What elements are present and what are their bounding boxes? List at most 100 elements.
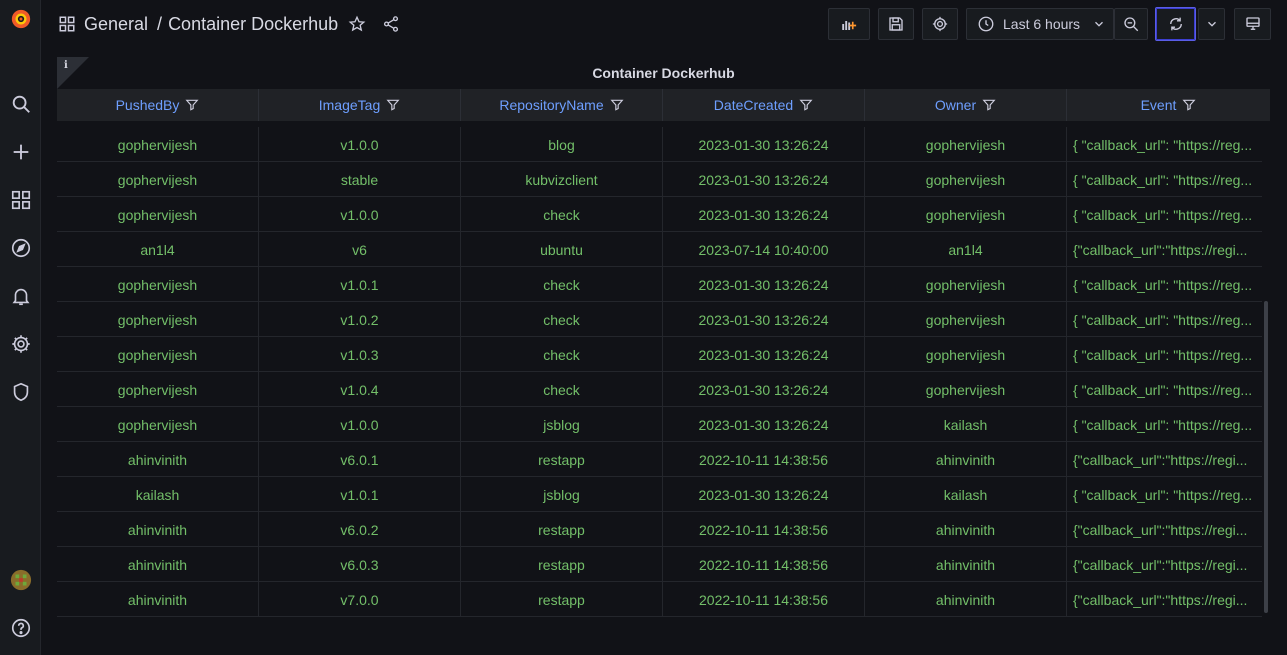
breadcrumb-folder[interactable]: General: [84, 14, 148, 35]
table-scrollbar[interactable]: [1264, 301, 1268, 613]
gear-icon: [932, 16, 948, 32]
dashboards-grid-icon[interactable]: [5, 184, 37, 216]
table-cell: { "callback_url": "https://reg...: [1073, 206, 1253, 223]
table-cell: 2022-10-11 14:38:56: [663, 512, 865, 547]
table-row: kailash v1.0.1 jsblog 2023-01-30 13:26:24 ka…: [57, 477, 1262, 512]
filter-icon[interactable]: [610, 98, 624, 112]
save-icon: [889, 17, 903, 31]
alerting-bell-icon[interactable]: [5, 280, 37, 312]
table-cell: ahinvinith: [57, 582, 259, 617]
table-cell: v1.0.0: [259, 127, 461, 162]
table-cell: {"callback_url":"https://regi...: [1073, 556, 1248, 573]
table-cell: 2023-01-30 13:26:24: [663, 267, 865, 302]
table-cell: v1.0.1: [259, 267, 461, 302]
table-cell: check: [461, 302, 663, 337]
table-cell: an1l4: [57, 232, 259, 267]
refresh-dashboard-button[interactable]: [1155, 7, 1196, 41]
share-icon[interactable]: [382, 15, 400, 33]
panel-title[interactable]: Container Dockerhub: [57, 65, 1270, 81]
time-range-picker[interactable]: Last 6 hours: [966, 8, 1114, 40]
table-cell: restapp: [461, 582, 663, 617]
table-cell: gophervijesh: [57, 407, 259, 442]
table-cell: v1.0.1: [259, 477, 461, 512]
column-header-label: Event: [1140, 97, 1177, 113]
table-cell: ahinvinith: [57, 442, 259, 477]
column-header-label: Owner: [934, 97, 977, 113]
table-cell: gophervijesh: [57, 127, 259, 162]
column-header[interactable]: Owner: [865, 89, 1067, 121]
table-cell: v1.0.2: [259, 302, 461, 337]
table-cell: blog: [461, 127, 663, 162]
table-cell: gophervijesh: [865, 162, 1067, 197]
help-icon[interactable]: [5, 612, 37, 644]
table-row: an1l4 v6 ubuntu 2023-07-14 10:40:00 an1l4 {"c…: [57, 232, 1262, 267]
clock-icon: [978, 16, 994, 32]
table-cell: ahinvinith: [57, 512, 259, 547]
explore-compass-icon[interactable]: [5, 232, 37, 264]
grafana-logo-icon[interactable]: [5, 3, 37, 35]
table-cell: check: [461, 337, 663, 372]
filter-icon[interactable]: [982, 98, 996, 112]
zoom-out-button[interactable]: [1114, 8, 1148, 40]
table-cell: { "callback_url": "https://reg...: [1073, 416, 1253, 433]
table-row: ahinvinith v6.0.1 restapp 2022-10-11 14:38:…: [57, 442, 1262, 477]
filter-icon[interactable]: [799, 98, 813, 112]
table-cell: gophervijesh: [57, 372, 259, 407]
table-cell: kailash: [865, 477, 1067, 512]
table-cell: gophervijesh: [57, 162, 259, 197]
table-cell: gophervijesh: [57, 197, 259, 232]
table-cell: check: [461, 372, 663, 407]
refresh-interval-dropdown[interactable]: [1198, 8, 1225, 40]
table-cell: {"callback_url":"https://regi...: [1073, 451, 1248, 468]
column-header[interactable]: Event: [1067, 89, 1270, 121]
table-cell: 2023-07-14 10:40:00: [663, 232, 865, 267]
filter-icon[interactable]: [386, 98, 400, 112]
save-dashboard-button[interactable]: [878, 8, 914, 40]
add-panel-button[interactable]: [828, 8, 870, 40]
table-cell: {"callback_url":"https://regi...: [1073, 241, 1248, 258]
table-cell: restapp: [461, 547, 663, 582]
table-cell: { "callback_url": "https://reg...: [1073, 311, 1253, 328]
cycle-view-mode-button[interactable]: [1234, 8, 1271, 40]
column-header[interactable]: DateCreated: [663, 89, 865, 121]
column-header[interactable]: PushedBy: [57, 89, 259, 121]
table-cell: 2023-01-30 13:26:24: [663, 302, 865, 337]
create-plus-icon[interactable]: [5, 136, 37, 168]
column-header[interactable]: RepositoryName: [461, 89, 663, 121]
table-cell: v6.0.3: [259, 547, 461, 582]
table-row: gophervijesh v1.0.0 jsblog 2023-01-30 13:26…: [57, 407, 1262, 442]
table-cell: ahinvinith: [865, 547, 1067, 582]
table-row: gophervijesh v1.0.2 check 2023-01-30 13:26:…: [57, 302, 1262, 337]
server-admin-shield-icon[interactable]: [5, 376, 37, 408]
search-icon[interactable]: [5, 88, 37, 120]
user-avatar[interactable]: [5, 564, 37, 596]
table-cell: check: [461, 197, 663, 232]
chevron-down-icon: [1095, 21, 1104, 27]
table-cell: 2023-01-30 13:26:24: [663, 477, 865, 512]
table-cell: v1.0.0: [259, 407, 461, 442]
table-cell: v6.0.1: [259, 442, 461, 477]
table-cell: 2022-10-11 14:38:56: [663, 442, 865, 477]
table-row: gophervijesh v1.0.0 check 2023-01-30 13:26:…: [57, 197, 1262, 232]
filter-icon[interactable]: [1182, 98, 1196, 112]
table-cell: gophervijesh: [865, 197, 1067, 232]
filter-icon[interactable]: [185, 98, 199, 112]
top-navbar: General / Container Dockerhub Last 6 hou…: [41, 0, 1287, 48]
table-cell: ahinvinith: [865, 582, 1067, 617]
star-icon[interactable]: [348, 15, 366, 33]
table-cell: v1.0.3: [259, 337, 461, 372]
table-cell: gophervijesh: [57, 267, 259, 302]
table-panel: i Container Dockerhub PushedBy ImageTag Re…: [57, 57, 1270, 617]
table-cell: { "callback_url": "https://reg...: [1073, 346, 1253, 363]
dashboard-title[interactable]: Container Dockerhub: [168, 14, 338, 35]
column-header[interactable]: ImageTag: [259, 89, 461, 121]
dashboard-settings-button[interactable]: [922, 8, 958, 40]
table-cell: v6: [259, 232, 461, 267]
zoom-out-icon: [1124, 17, 1139, 32]
configuration-gear-icon[interactable]: [5, 328, 37, 360]
table-cell: jsblog: [461, 407, 663, 442]
monitor-icon: [1245, 17, 1260, 30]
table-cell: v1.0.4: [259, 372, 461, 407]
table-row: gophervijesh stable kubvizclient 2023-01-30…: [57, 162, 1262, 197]
table-cell: gophervijesh: [865, 372, 1067, 407]
